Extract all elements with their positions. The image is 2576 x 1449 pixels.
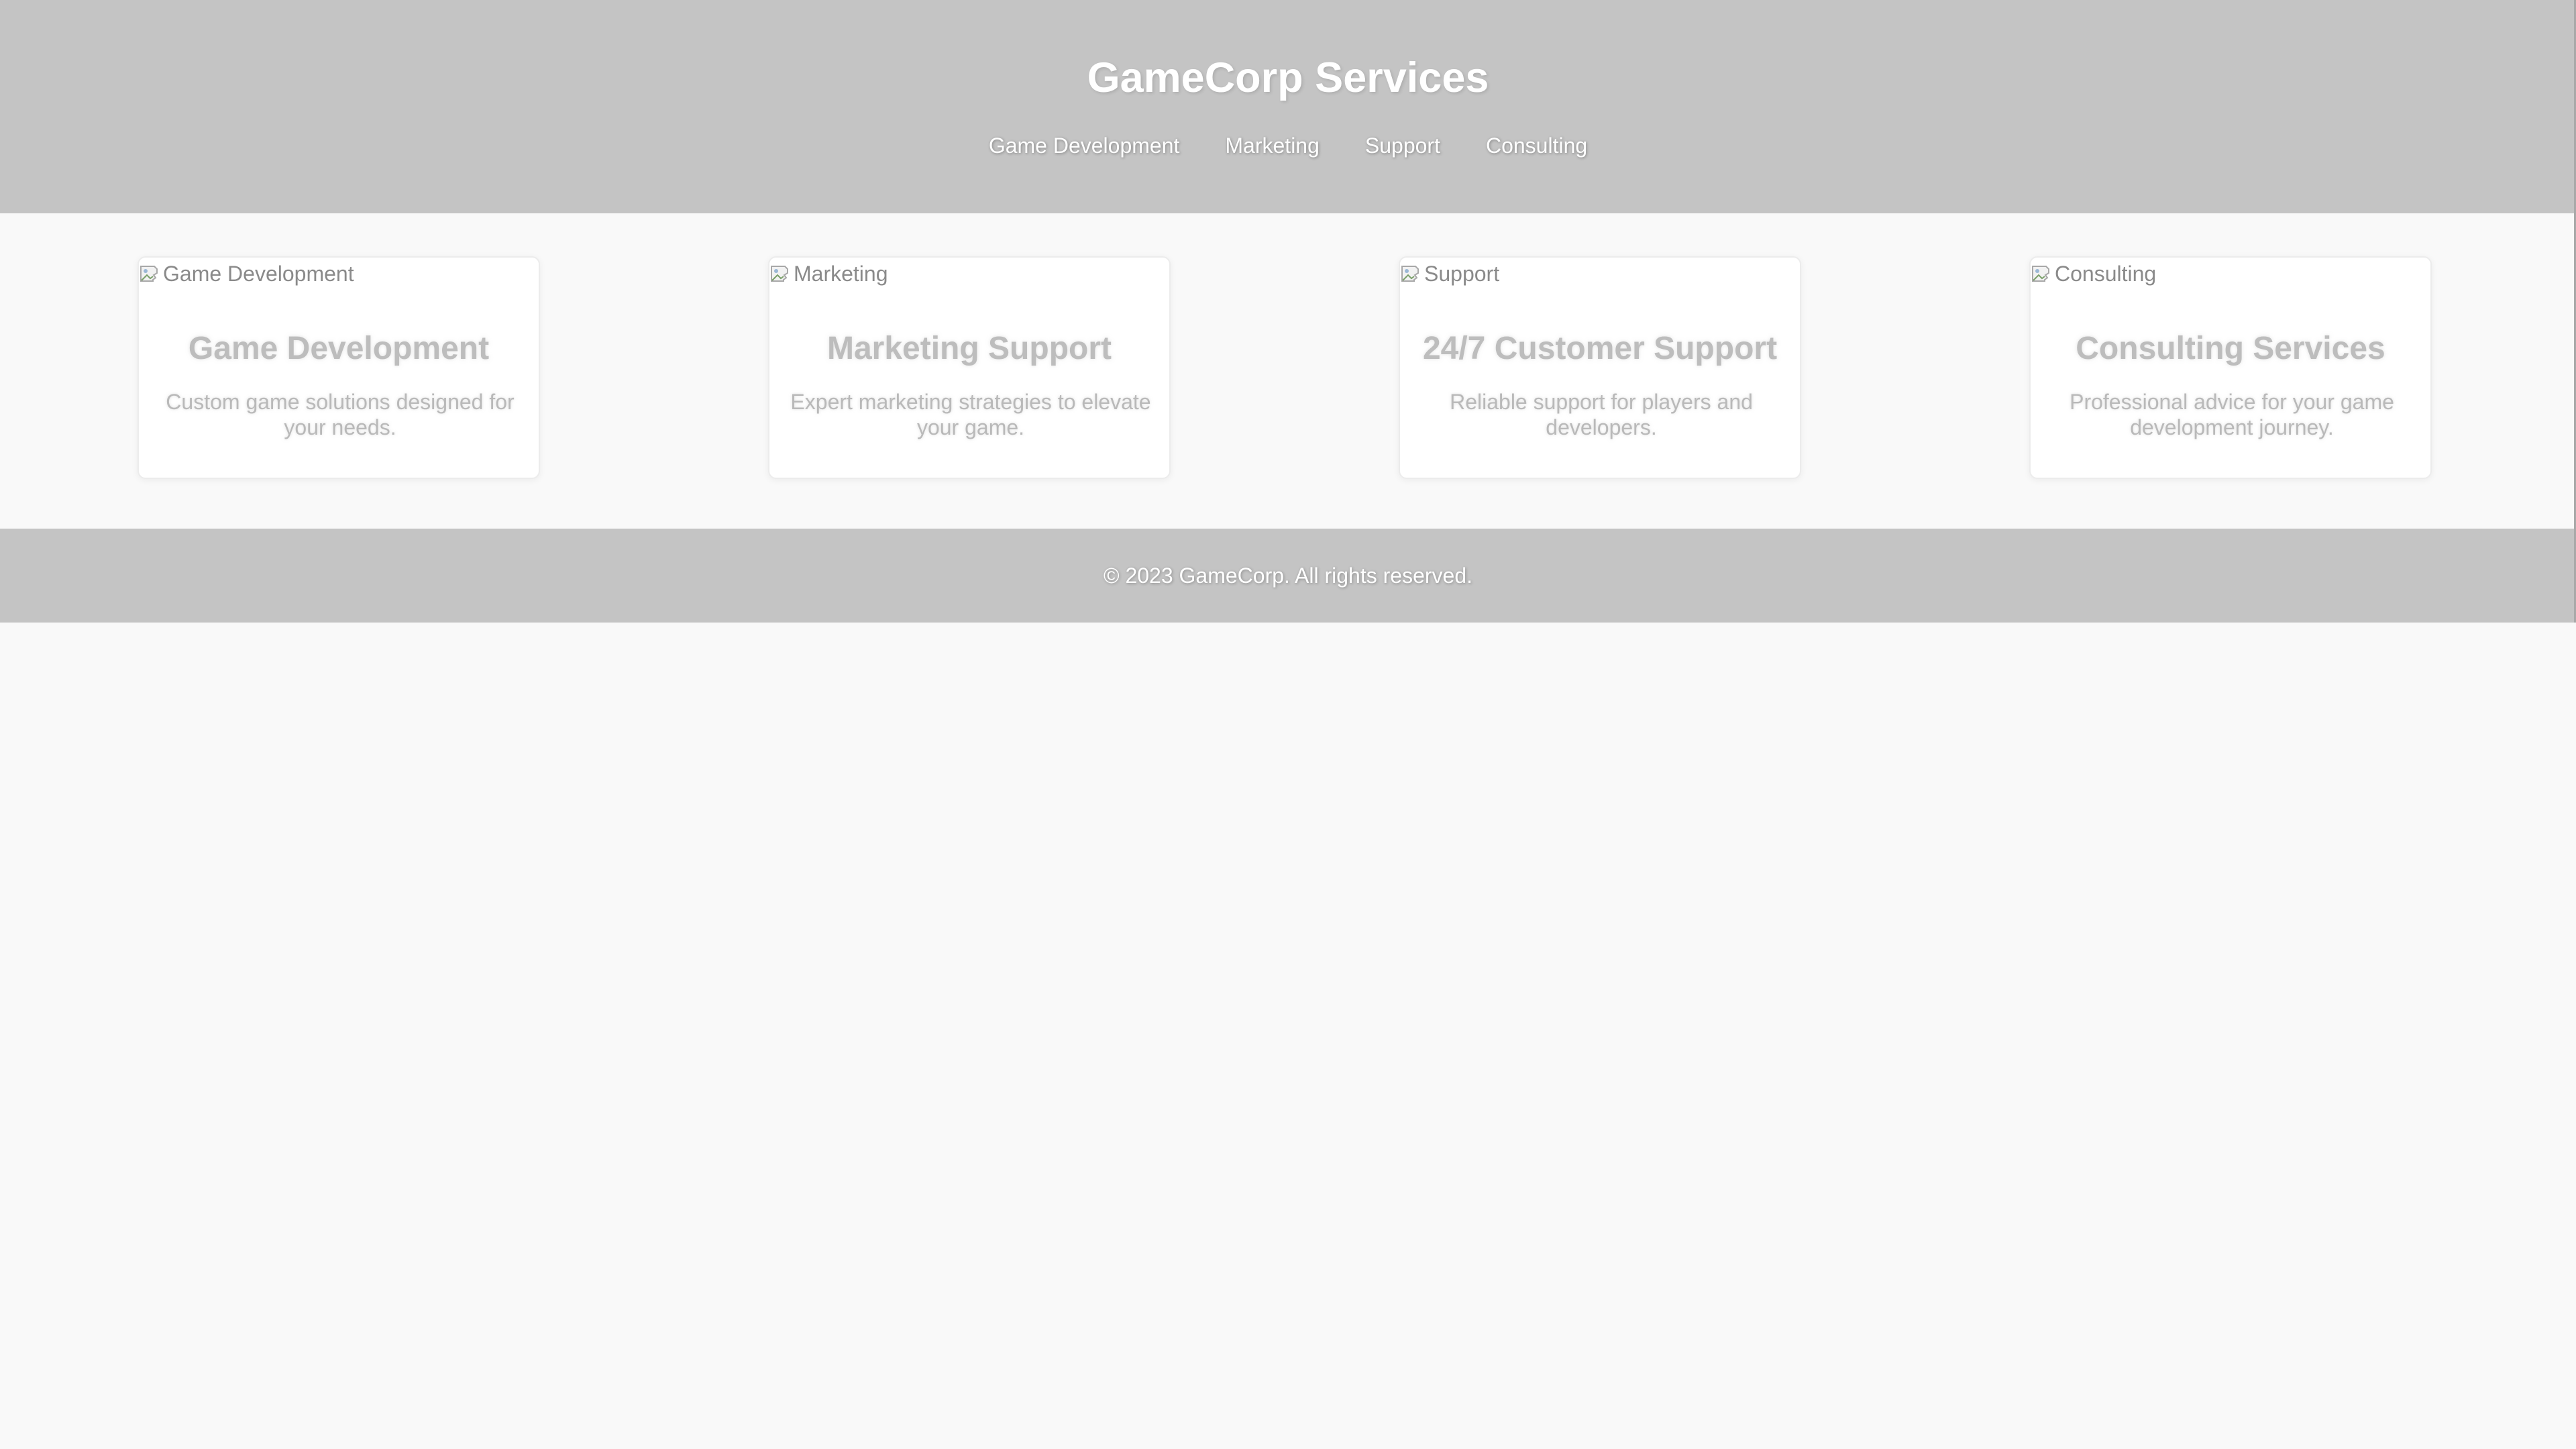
service-description: Reliable support for players and develop… [1450,390,1753,439]
service-description: Custom game solutions designed for your … [166,390,515,439]
service-card-support[interactable]: Support 24/7 Customer Support Reliable s… [1399,256,1801,479]
image-alt-text: Consulting [2055,262,2157,286]
service-card-consulting[interactable]: Consulting Consulting Services Professio… [2029,256,2432,479]
broken-image-icon [2031,262,2053,285]
main-nav: Game Development Marketing Support Consu… [0,131,2576,160]
service-description: Professional advice for your game develo… [2070,390,2394,439]
service-title: Game Development [188,331,490,366]
service-card-marketing[interactable]: Marketing Marketing Support Expert marke… [768,256,1171,479]
service-image: Consulting [2031,260,2156,287]
site-footer: © 2023 GameCorp. All rights reserved. [0,529,2576,623]
service-image: Marketing [769,260,888,287]
broken-image-icon [769,262,792,285]
image-alt-text: Support [1424,262,1500,286]
service-title: Consulting Services [2076,331,2385,366]
service-title: 24/7 Customer Support [1422,331,1778,366]
nav-link-marketing[interactable]: Marketing [1202,131,1342,160]
service-card-game-development[interactable]: Game Development Game Development Custom… [138,256,540,479]
site-header: GameCorp Services Game Development Marke… [0,0,2576,213]
service-image: Game Development [139,260,354,287]
service-image: Support [1400,260,1499,287]
nav-link-consulting[interactable]: Consulting [1463,131,1610,160]
site-title: GameCorp Services [1087,54,1489,101]
image-alt-text: Game Development [163,262,354,286]
nav-link-support[interactable]: Support [1342,131,1463,160]
service-description: Expert marketing strategies to elevate y… [790,390,1151,439]
service-title: Marketing Support [826,331,1112,366]
nav-link-game-development[interactable]: Game Development [966,131,1203,160]
broken-image-icon [139,262,162,285]
services-section: Game Development Game Development Custom… [0,256,2576,479]
image-alt-text: Marketing [794,262,888,286]
broken-image-icon [1400,262,1423,285]
copyright-text: © 2023 GameCorp. All rights reserved. [1103,564,1473,588]
